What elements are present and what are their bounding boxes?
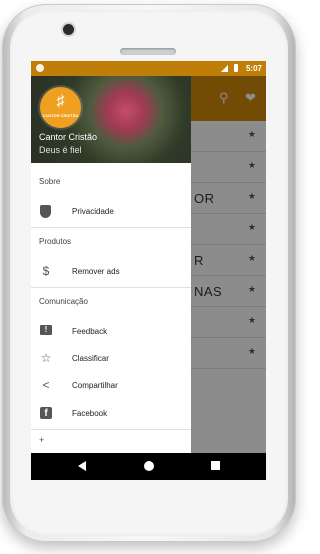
more-indicator: + [39, 435, 45, 445]
feedback-icon: ! [40, 325, 52, 335]
navigation-drawer: ♯ CANTOR CRISTÃO Cantor Cristão Deus é f… [31, 76, 191, 453]
drawer-header: ♯ CANTOR CRISTÃO Cantor Cristão Deus é f… [31, 76, 191, 163]
section-produtos: Produtos [39, 237, 72, 246]
star-half-icon: ☆ [40, 351, 52, 365]
dollar-icon: $ [42, 264, 50, 278]
shield-icon [40, 205, 51, 218]
front-camera [63, 24, 74, 35]
system-nav-bar [31, 453, 266, 480]
menu-item-privacidade[interactable]: Privacidade [31, 200, 191, 224]
menu-item-remover-ads[interactable]: $ Remover ads [31, 260, 191, 284]
status-time: 5:07 [245, 64, 262, 73]
menu-item-classificar[interactable]: ☆ Classificar [31, 347, 191, 371]
drawer-subtitle: Deus é fiel [39, 145, 82, 155]
recents-button-icon[interactable] [211, 461, 220, 470]
divider [31, 287, 191, 288]
menu-item-feedback[interactable]: ! Feedback [31, 320, 191, 344]
drawer-title: Cantor Cristão [39, 132, 98, 142]
app-logo: ♯ CANTOR CRISTÃO [40, 87, 81, 128]
section-sobre: Sobre [39, 177, 61, 186]
battery-icon [234, 64, 238, 72]
divider [31, 429, 191, 430]
home-button-icon[interactable] [144, 461, 154, 471]
section-comunicacao: Comunicação [39, 297, 88, 306]
divider [31, 227, 191, 228]
logo-glyph-icon: ♯ [56, 93, 65, 110]
signal-icon [221, 65, 228, 72]
earpiece-speaker [120, 48, 176, 55]
back-button-icon[interactable] [78, 461, 86, 471]
status-bar: 5:07 [31, 61, 266, 76]
share-icon: < [42, 378, 50, 392]
menu-item-facebook[interactable]: f Facebook [31, 402, 191, 426]
screen: 5:07 ⚲ ❤ ★ ★ OR★ ★ R★ NAS★ ★ ★ ▣ blia ♯ … [31, 61, 266, 480]
menu-item-compartilhar[interactable]: < Compartilhar [31, 374, 191, 398]
notification-icon [36, 64, 44, 72]
facebook-icon: f [40, 407, 52, 419]
